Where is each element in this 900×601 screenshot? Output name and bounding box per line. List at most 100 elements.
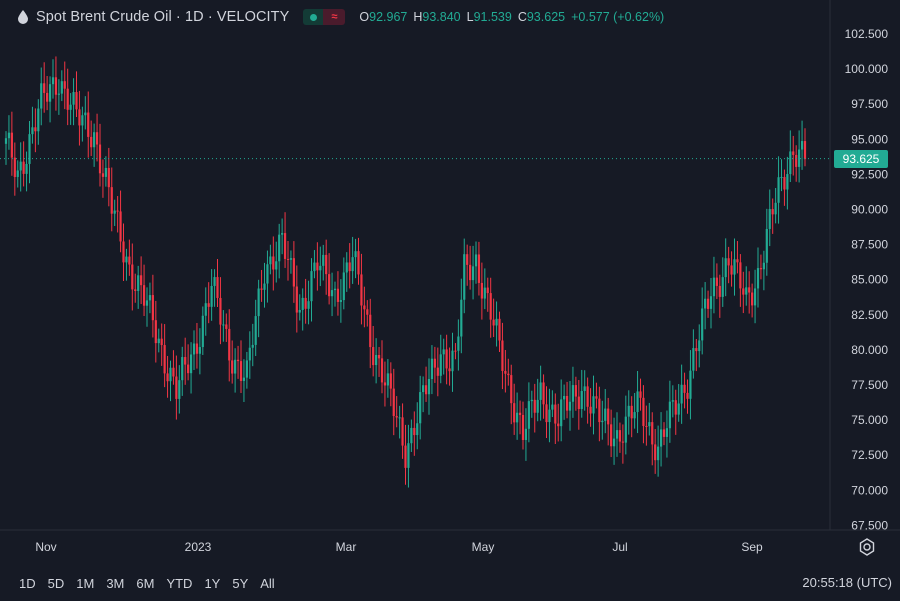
candle: [527, 382, 530, 443]
status-dot-icon: [303, 9, 324, 25]
candle: [457, 319, 460, 371]
candle: [709, 278, 713, 329]
candle: [113, 199, 116, 226]
candle: [730, 251, 733, 287]
candle: [574, 376, 577, 411]
candle: [751, 283, 754, 318]
candle: [316, 242, 319, 291]
candle: [383, 361, 387, 407]
candle: [715, 263, 718, 299]
range-button-1m[interactable]: 1M: [72, 576, 98, 591]
candle: [416, 402, 419, 450]
candle: [595, 382, 598, 409]
candle: [618, 422, 622, 453]
last-price-badge: 93.625: [834, 149, 888, 168]
candle: [192, 330, 196, 370]
candle: [163, 324, 166, 388]
range-button-5y[interactable]: 5Y: [228, 576, 252, 591]
candle: [483, 268, 486, 310]
candle: [357, 237, 360, 285]
range-button-3m[interactable]: 3M: [102, 576, 128, 591]
candle: [677, 384, 680, 422]
y-tick-label: 70.000: [851, 483, 888, 497]
candle: [48, 76, 52, 123]
candle: [234, 348, 237, 393]
symbol-title[interactable]: Spot Brent Crude Oil · 1D · VELOCITY: [36, 9, 289, 25]
candle: [142, 264, 146, 316]
candle: [745, 266, 748, 306]
drop-icon: [18, 10, 28, 24]
candle: [580, 369, 583, 418]
candle: [589, 388, 592, 427]
candle: [307, 280, 310, 325]
candle: [151, 274, 154, 338]
y-axis: 102.500 100.000 97.500 95.000 92.500 90.000 87…: [845, 27, 889, 532]
candle: [445, 334, 448, 385]
candle: [504, 349, 507, 393]
candle: [145, 287, 149, 327]
ohlc-key: C: [517, 10, 527, 24]
candle: [469, 245, 472, 290]
candle: [706, 290, 710, 318]
range-selector: 1D 5D 1M 3M 6M YTD 1Y 5Y All: [15, 576, 279, 591]
candle: [72, 78, 75, 126]
candle: [683, 372, 686, 409]
candle: [592, 375, 595, 435]
candle: [639, 378, 642, 411]
candle: [795, 145, 798, 182]
candle: [157, 328, 160, 353]
candle: [40, 67, 43, 126]
candle: [266, 250, 269, 303]
candle: [231, 340, 234, 384]
chart-grid: [0, 0, 900, 531]
status-pill[interactable]: ≈: [303, 9, 346, 25]
candle: [645, 405, 648, 446]
candle: [642, 385, 645, 444]
range-button-6m[interactable]: 6M: [132, 576, 158, 591]
candle: [354, 238, 357, 279]
candle: [407, 424, 410, 488]
candle: [60, 70, 63, 102]
candle: [498, 311, 501, 353]
candle: [530, 390, 533, 418]
candle: [304, 278, 307, 324]
candle: [207, 282, 210, 324]
candle: [627, 390, 630, 435]
candle: [477, 241, 481, 296]
candle: [392, 368, 395, 436]
candle: [148, 282, 152, 314]
range-button-5d[interactable]: 5D: [44, 576, 69, 591]
candle: [765, 208, 768, 276]
candle: [430, 345, 434, 395]
range-button-all[interactable]: All: [256, 576, 278, 591]
candle: [674, 389, 677, 435]
range-button-1d[interactable]: 1D: [15, 576, 40, 591]
candle: [422, 376, 425, 413]
candle: [98, 123, 102, 187]
candle: [289, 250, 293, 274]
chart-app: 102.500 100.000 97.500 95.000 92.500 90.000 87…: [0, 0, 900, 601]
candle: [565, 381, 569, 419]
candle: [657, 425, 660, 477]
candle: [28, 121, 31, 184]
candle: [13, 142, 16, 196]
range-button-ytd[interactable]: YTD: [162, 576, 196, 591]
candle: [93, 123, 96, 167]
candle: [454, 343, 457, 360]
candle: [201, 306, 204, 355]
price-chart[interactable]: 102.500 100.000 97.500 95.000 92.500 90.000 87…: [0, 0, 900, 601]
candle: [16, 160, 19, 188]
candle: [510, 364, 513, 425]
candle: [753, 269, 757, 324]
gear-icon[interactable]: [857, 537, 877, 557]
range-button-1y[interactable]: 1Y: [200, 576, 224, 591]
candle: [319, 246, 322, 287]
candle: [248, 331, 251, 379]
candle: [501, 322, 504, 390]
candle: [474, 241, 478, 284]
candle: [536, 378, 539, 422]
y-tick-label: 102.500: [845, 27, 889, 41]
candle: [116, 196, 119, 233]
candle: [551, 390, 554, 418]
y-tick-label: 77.500: [851, 378, 888, 392]
